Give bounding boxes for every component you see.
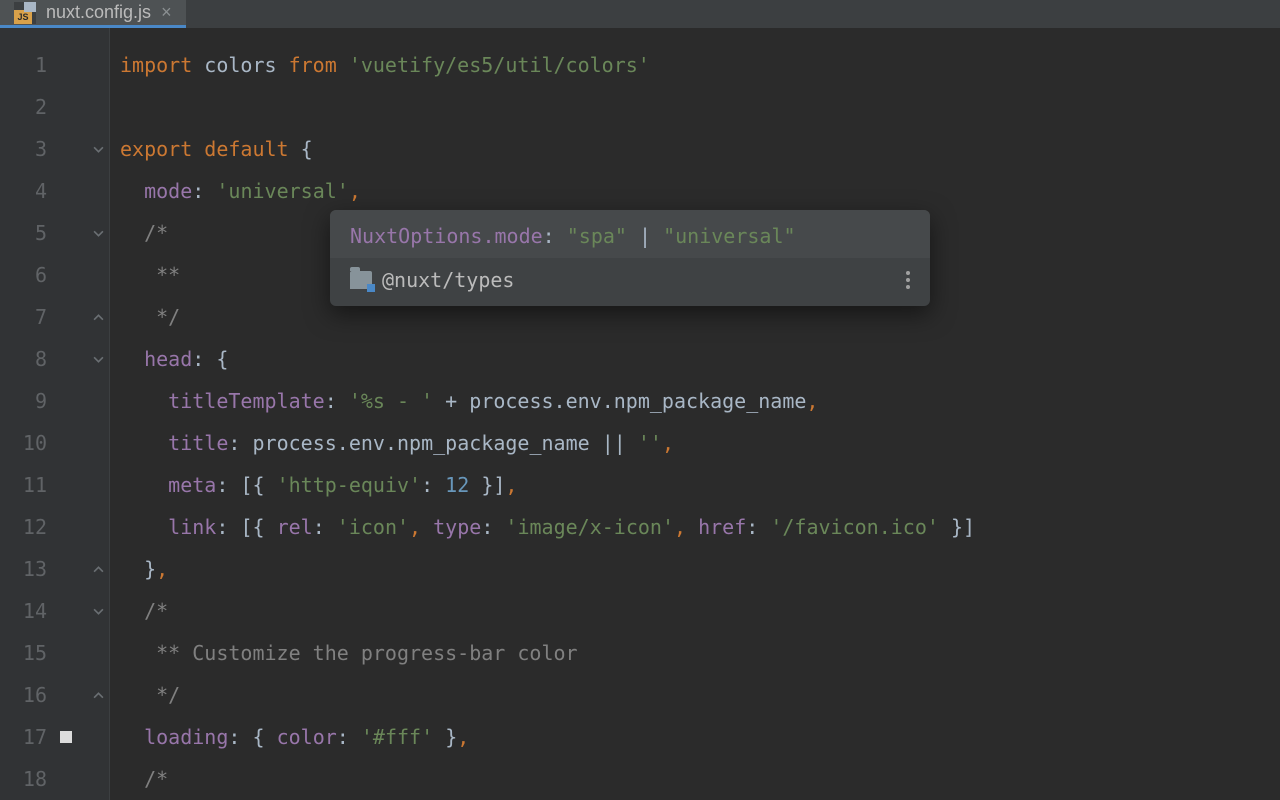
code-line-17[interactable]: loading: { color: '#fff' },: [110, 716, 1280, 758]
fold-collapse-icon[interactable]: [91, 142, 105, 156]
code-line-14[interactable]: /*: [110, 590, 1280, 632]
code-line-2[interactable]: [110, 86, 1280, 128]
code-line-12[interactable]: link: [{ rel: 'icon', type: 'image/x-ico…: [110, 506, 1280, 548]
code-line-11[interactable]: meta: [{ 'http-equiv': 12 }],: [110, 464, 1280, 506]
fold-expand-icon[interactable]: [91, 562, 105, 576]
gutter-line[interactable]: 13: [0, 548, 109, 590]
gutter-line[interactable]: 17: [0, 716, 109, 758]
code-line-16[interactable]: */: [110, 674, 1280, 716]
fold-collapse-icon[interactable]: [91, 604, 105, 618]
folder-icon: [350, 271, 372, 289]
fold-expand-icon[interactable]: [91, 688, 105, 702]
fold-expand-icon[interactable]: [91, 310, 105, 324]
code-line-1[interactable]: import colors from 'vuetify/es5/util/col…: [110, 44, 1280, 86]
gutter-line[interactable]: 1: [0, 44, 109, 86]
code-line-4[interactable]: mode: 'universal',: [110, 170, 1280, 212]
tooltip-package-name: @nuxt/types: [382, 268, 514, 292]
gutter-line[interactable]: 8: [0, 338, 109, 380]
fold-collapse-icon[interactable]: [91, 352, 105, 366]
js-file-icon: JS: [14, 2, 36, 24]
code-area[interactable]: import colors from 'vuetify/es5/util/col…: [110, 28, 1280, 800]
code-line-13[interactable]: },: [110, 548, 1280, 590]
gutter-line[interactable]: 6: [0, 254, 109, 296]
gutter-line[interactable]: 3: [0, 128, 109, 170]
code-line-3[interactable]: export default {: [110, 128, 1280, 170]
gutter-line[interactable]: 16: [0, 674, 109, 716]
editor-pane: 123456789101112131415161718 import color…: [0, 28, 1280, 800]
code-line-9[interactable]: titleTemplate: '%s - ' + process.env.npm…: [110, 380, 1280, 422]
gutter: 123456789101112131415161718: [0, 28, 110, 800]
editor-tabbar: JS nuxt.config.js ×: [0, 0, 1280, 28]
type-hint-tooltip: NuxtOptions.mode: "spa" | "universal" @n…: [330, 210, 930, 306]
gutter-line[interactable]: 14: [0, 590, 109, 632]
gutter-line[interactable]: 11: [0, 464, 109, 506]
code-line-15[interactable]: ** Customize the progress-bar color: [110, 632, 1280, 674]
more-icon[interactable]: [906, 271, 910, 289]
gutter-line[interactable]: 2: [0, 86, 109, 128]
gutter-line[interactable]: 7: [0, 296, 109, 338]
close-tab-icon[interactable]: ×: [161, 2, 172, 23]
gutter-line[interactable]: 9: [0, 380, 109, 422]
gutter-marker-icon[interactable]: [60, 731, 72, 743]
code-line-10[interactable]: title: process.env.npm_package_name || '…: [110, 422, 1280, 464]
gutter-line[interactable]: 4: [0, 170, 109, 212]
gutter-line[interactable]: 12: [0, 506, 109, 548]
gutter-line[interactable]: 18: [0, 758, 109, 800]
gutter-line[interactable]: 15: [0, 632, 109, 674]
gutter-line[interactable]: 5: [0, 212, 109, 254]
fold-collapse-icon[interactable]: [91, 226, 105, 240]
tooltip-signature: NuxtOptions.mode: "spa" | "universal": [330, 210, 930, 258]
code-line-18[interactable]: /*: [110, 758, 1280, 800]
gutter-line[interactable]: 10: [0, 422, 109, 464]
tab-filename: nuxt.config.js: [46, 2, 151, 23]
code-line-8[interactable]: head: {: [110, 338, 1280, 380]
tooltip-package: @nuxt/types: [350, 268, 514, 292]
file-tab[interactable]: JS nuxt.config.js ×: [0, 0, 186, 28]
